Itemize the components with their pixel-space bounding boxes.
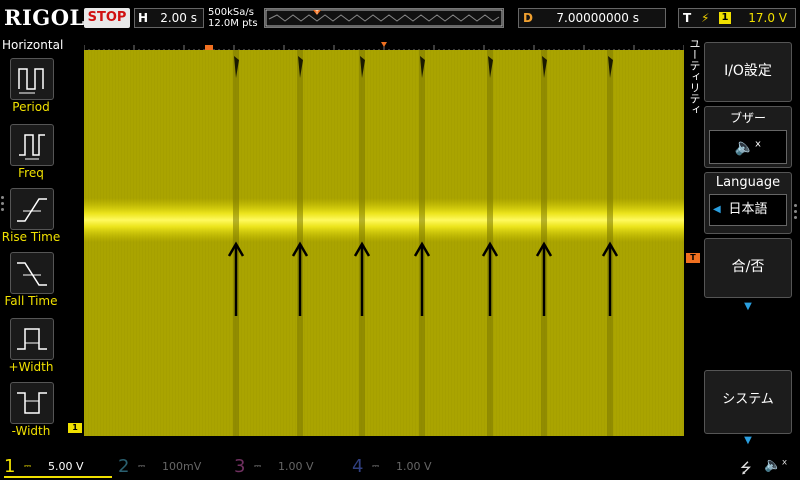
- right-scroll-dots: [794, 204, 797, 222]
- ch1-ground-marker[interactable]: 1: [68, 423, 82, 433]
- trigger-level: 17.0 V: [748, 11, 787, 25]
- sample-rate: 500kSa/s: [208, 7, 254, 18]
- delay-box[interactable]: D 7.00000000 s: [518, 8, 666, 28]
- rise-time-icon: [17, 198, 47, 222]
- ch4-status[interactable]: 4 ⎓ 1.00 V: [352, 456, 460, 478]
- brand-logo: RIGOL: [4, 5, 85, 30]
- dc-coupling-icon: ⎓: [138, 462, 146, 472]
- channel-status-bar: 1 ⎓ 5.00 V 2 ⎓ 100mV 3 ⎓ 1.00 V 4 ⎓ 1.00…: [0, 454, 800, 480]
- pos-width-button[interactable]: [10, 318, 54, 360]
- ch3-status[interactable]: 3 ⎓ 1.00 V: [234, 456, 342, 478]
- waveform-display[interactable]: [84, 50, 684, 436]
- dc-coupling-icon: ⎓: [254, 462, 262, 472]
- neg-width-icon: [17, 392, 47, 414]
- measure-menu-title: Horizontal: [2, 38, 64, 52]
- language-value-box: ◀ 日本語: [709, 194, 787, 226]
- language-value: 日本語: [728, 202, 768, 217]
- ch2-scale: 100mV: [162, 460, 202, 473]
- top-status-bar: RIGOL STOP H 2.00 s 500kSa/s 12.0M pts T…: [0, 0, 800, 36]
- neg-width-button[interactable]: [10, 382, 54, 424]
- ch2-status[interactable]: 2 ⎓ 100mV: [118, 456, 226, 478]
- buzzer-button[interactable]: ブザー 🔈ˣ: [704, 106, 792, 168]
- trigger-edge-icon: ⚡: [701, 11, 710, 25]
- pos-width-label: +Width: [8, 360, 54, 374]
- language-label: Language: [715, 175, 781, 190]
- memory-depth: 12.0M pts: [208, 18, 258, 29]
- left-scroll-dots: [1, 196, 5, 214]
- time-ruler: [83, 38, 685, 53]
- system-button[interactable]: システム ▼: [704, 370, 792, 446]
- freq-button[interactable]: [10, 124, 54, 166]
- buzzer-label: ブザー: [729, 111, 766, 125]
- period-button[interactable]: [10, 58, 54, 100]
- system-label: システム: [722, 392, 774, 407]
- neg-width-label: -Width: [11, 424, 51, 438]
- pass-fail-button[interactable]: 合/否 ▼: [704, 238, 792, 312]
- ch1-scale: 5.00 V: [48, 460, 84, 473]
- rise-time-button[interactable]: [10, 188, 54, 230]
- delay-label: D: [523, 11, 533, 25]
- ch1-number: 1: [4, 456, 16, 477]
- ch2-number: 2: [118, 456, 130, 477]
- period-icon: [18, 68, 44, 94]
- ch1-status[interactable]: 1 ⎓ 5.00 V: [4, 456, 112, 478]
- fall-time-button[interactable]: [10, 252, 54, 294]
- io-settings-button[interactable]: I/O設定 ▼: [704, 42, 792, 116]
- delay-value: 7.00000000 s: [556, 11, 639, 25]
- ch4-number: 4: [352, 456, 364, 477]
- fall-time-label: Fall Time: [4, 294, 58, 308]
- dc-coupling-icon: ⎓: [372, 462, 380, 472]
- fall-time-icon: [17, 262, 47, 286]
- rise-time-label: Rise Time: [1, 230, 61, 244]
- trigger-label: T: [683, 11, 692, 25]
- run-stop-indicator[interactable]: STOP: [84, 8, 130, 28]
- freq-icon: [19, 134, 45, 160]
- pos-width-icon: [17, 328, 47, 350]
- center-marker: [381, 42, 387, 47]
- utility-tab[interactable]: ユーティリティ: [686, 38, 702, 128]
- trigger-source: 1: [719, 12, 731, 24]
- speaker-mute-icon: 🔈ˣ: [709, 130, 787, 164]
- pass-fail-label: 合/否: [731, 259, 765, 275]
- measure-menu: Horizontal Period Freq Rise Time Fall Ti…: [0, 38, 64, 452]
- ch1-trace-band: [84, 198, 684, 242]
- ch3-scale: 1.00 V: [278, 460, 314, 473]
- ch4-scale: 1.00 V: [396, 460, 432, 473]
- timebase-value: 2.00 s: [160, 11, 197, 25]
- overview-waveform: T: [265, 9, 503, 27]
- timebase-box[interactable]: H 2.00 s: [134, 8, 204, 28]
- acquisition-info: 500kSa/s 12.0M pts: [208, 7, 258, 29]
- waveform-svg: [84, 50, 684, 436]
- freq-label: Freq: [18, 166, 44, 180]
- ch3-number: 3: [234, 456, 246, 477]
- usb-icon: ⭍: [740, 461, 752, 477]
- language-button[interactable]: Language ◀ 日本語: [704, 172, 792, 234]
- memory-overview-bar[interactable]: T: [264, 8, 504, 28]
- speaker-mute-icon[interactable]: 🔈ˣ: [764, 457, 788, 473]
- dc-coupling-icon: ⎓: [24, 462, 32, 472]
- io-settings-label: I/O設定: [724, 63, 772, 79]
- language-left-arrow-icon: ◀: [713, 204, 721, 215]
- trigger-box[interactable]: T ⚡ 1 17.0 V: [678, 8, 796, 28]
- pass-fail-expand-icon: ▼: [744, 301, 752, 312]
- trigger-level-marker[interactable]: T: [686, 253, 700, 263]
- timebase-label: H: [137, 11, 149, 25]
- period-label: Period: [12, 100, 50, 114]
